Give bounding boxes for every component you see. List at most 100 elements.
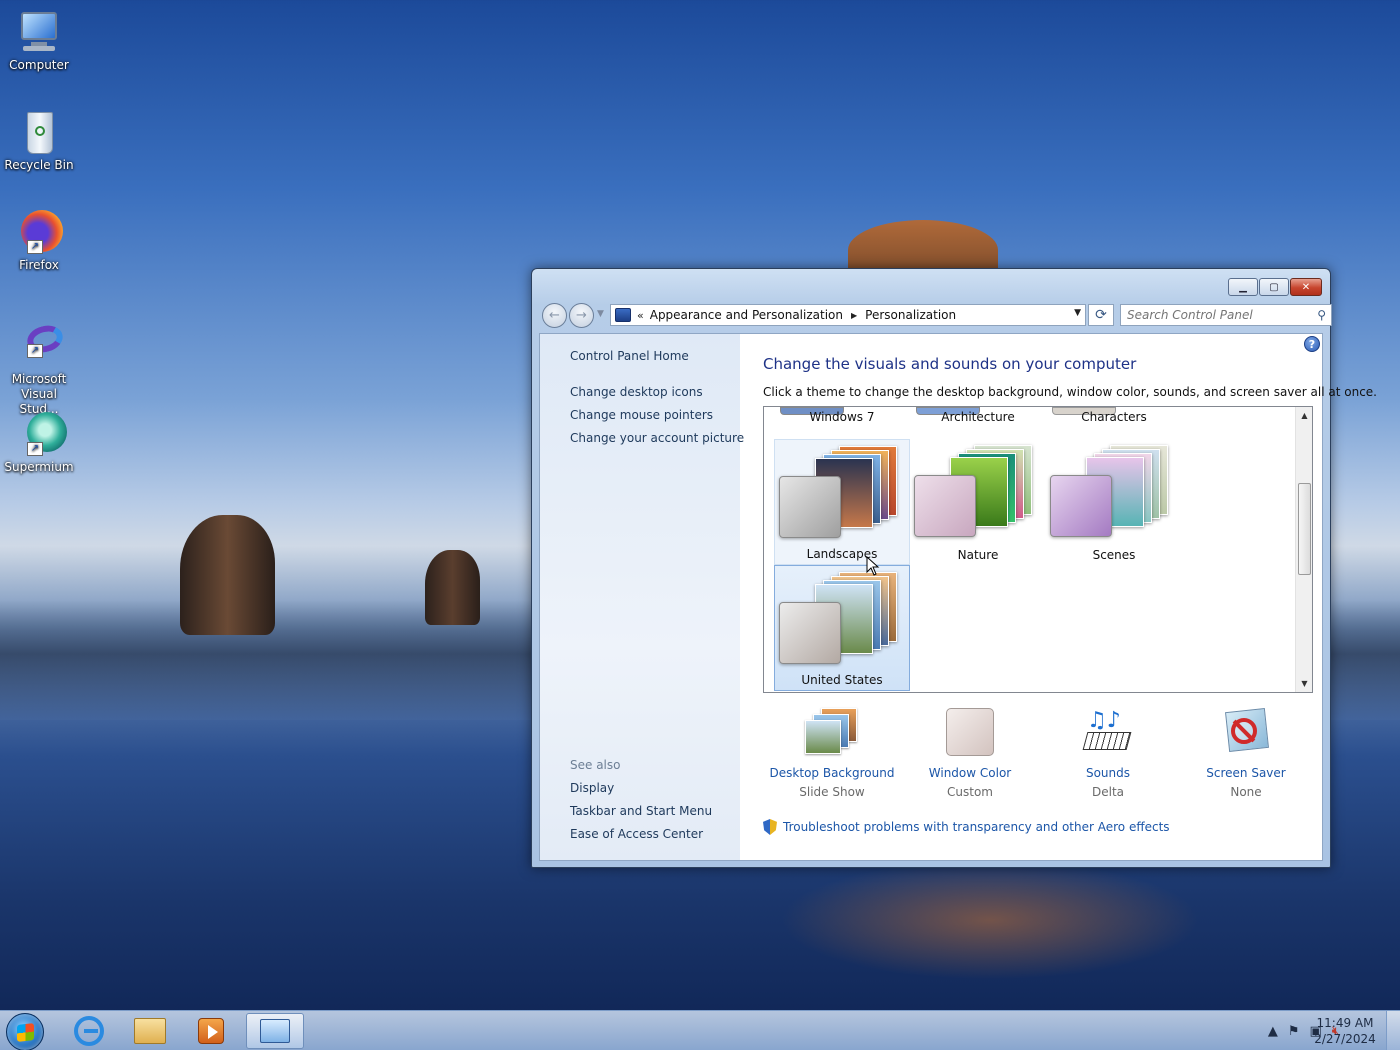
- theme-nature[interactable]: Nature: [910, 439, 1046, 565]
- troubleshoot-link-text[interactable]: Troubleshoot problems with transparency …: [783, 820, 1170, 834]
- theme-label: Windows 7: [809, 410, 875, 424]
- theme-label: Scenes: [1092, 548, 1136, 562]
- theme-characters[interactable]: Characters: [1046, 407, 1182, 427]
- setting-value: Slide Show: [799, 785, 865, 799]
- setting-name: Window Color: [928, 766, 1012, 780]
- address-dropdown[interactable]: ▼: [1074, 308, 1081, 318]
- theme-list: Windows 7 Architecture Characters Landsc…: [763, 406, 1313, 693]
- window-color-setting[interactable]: Window Color Custom: [901, 704, 1039, 799]
- chevron-down-icon: ▼: [1074, 308, 1081, 318]
- show-desktop-button[interactable]: [1386, 1011, 1400, 1050]
- screen-saver-icon: [1217, 708, 1275, 760]
- maximize-button[interactable]: ▢: [1259, 278, 1289, 296]
- maximize-icon: ▢: [1269, 281, 1279, 293]
- theme-color-swatch: [779, 602, 841, 664]
- search-box[interactable]: ⚲: [1120, 304, 1332, 326]
- desktop-icon-recycle-bin[interactable]: Recycle Bin: [0, 108, 78, 173]
- folder-icon: [134, 1018, 166, 1044]
- show-hidden-icons-icon[interactable]: ▲: [1268, 1024, 1278, 1039]
- start-button[interactable]: [6, 1013, 44, 1050]
- search-input[interactable]: [1121, 305, 1301, 325]
- taskbar-internet-explorer[interactable]: [60, 1013, 118, 1049]
- setting-name: Screen Saver: [1206, 766, 1286, 780]
- action-center-flag-icon[interactable]: ⚑: [1288, 1024, 1300, 1039]
- breadcrumb-appearance[interactable]: Appearance and Personalization: [650, 308, 843, 322]
- theme-color-swatch: [1050, 475, 1112, 537]
- left-pane: Control Panel Home Change desktop icons …: [540, 334, 744, 860]
- sounds-setting[interactable]: ♫♪ Sounds Delta: [1039, 704, 1177, 799]
- control-panel-icon: [615, 308, 631, 322]
- theme-settings: Desktop Background Slide Show Window Col…: [763, 704, 1313, 799]
- scroll-down-icon[interactable]: ▼: [1296, 675, 1312, 692]
- change-account-picture-link[interactable]: Change your account picture: [570, 431, 744, 445]
- windows-logo-icon: [17, 1023, 34, 1042]
- clock-date: 2/27/2024: [1314, 1032, 1376, 1046]
- refresh-icon: ⟳: [1095, 307, 1107, 323]
- chevron-down-icon: ▼: [597, 309, 604, 319]
- desktop-icon-visual-studio[interactable]: ↗ Microsoft Visual Stud...: [0, 321, 78, 417]
- theme-architecture[interactable]: Architecture: [910, 407, 1046, 427]
- setting-value: None: [1230, 785, 1262, 799]
- theme-landscapes[interactable]: Landscapes: [774, 439, 910, 565]
- wallpaper-rock: [180, 515, 275, 635]
- close-button[interactable]: ✕: [1290, 278, 1322, 296]
- minimize-icon: ▁: [1239, 281, 1247, 293]
- breadcrumb-separator-icon[interactable]: ▶: [851, 311, 857, 320]
- personalization-window: ▁ ▢ ✕ ← → ▼ « Appearance and Personaliza…: [531, 268, 1377, 868]
- change-desktop-icons-link[interactable]: Change desktop icons: [570, 385, 703, 399]
- theme-windows-7[interactable]: Windows 7: [774, 407, 910, 427]
- forward-button[interactable]: →: [569, 303, 594, 328]
- desktop-icon-supermium[interactable]: ↗ Supermium: [0, 410, 78, 475]
- setting-name: Desktop Background: [769, 766, 895, 780]
- theme-united-states[interactable]: United States: [774, 565, 910, 691]
- minimize-button[interactable]: ▁: [1228, 278, 1258, 296]
- address-bar[interactable]: « Appearance and Personalization ▶ Perso…: [610, 304, 1086, 326]
- recent-pages-dropdown[interactable]: ▼: [597, 309, 604, 319]
- control-panel-home-link[interactable]: Control Panel Home: [570, 349, 689, 363]
- taskbar-start-menu-link[interactable]: Taskbar and Start Menu: [570, 804, 712, 818]
- screen-saver-setting[interactable]: Screen Saver None: [1177, 704, 1315, 799]
- display-link[interactable]: Display: [570, 781, 614, 795]
- breadcrumb-overflow[interactable]: «: [637, 309, 644, 322]
- see-also-heading: See also: [570, 758, 621, 772]
- ease-of-access-link[interactable]: Ease of Access Center: [570, 827, 703, 841]
- theme-list-scrollbar[interactable]: ▲ ▼: [1295, 407, 1312, 692]
- wallpaper-reflection: [780, 860, 1200, 980]
- forward-arrow-icon: →: [576, 308, 587, 323]
- theme-label: United States: [801, 673, 883, 687]
- shield-icon: [763, 819, 777, 835]
- clock[interactable]: 11:49 AM 2/27/2024: [1310, 1015, 1380, 1047]
- theme-label: Architecture: [941, 410, 1015, 424]
- sounds-icon: ♫♪: [1079, 708, 1137, 760]
- firefox-icon: ↗: [15, 208, 63, 256]
- change-mouse-pointers-link[interactable]: Change mouse pointers: [570, 408, 713, 422]
- theme-label: Landscapes: [806, 547, 878, 561]
- refresh-button[interactable]: ⟳: [1088, 304, 1114, 326]
- desktop-icon-firefox[interactable]: ↗ Firefox: [0, 208, 78, 273]
- taskbar-media-player[interactable]: [182, 1013, 240, 1049]
- navigation-bar: ← → ▼ « Appearance and Personalization ▶…: [540, 303, 1332, 328]
- desktop-background-icon: [803, 708, 861, 760]
- search-icon[interactable]: ⚲: [1317, 308, 1326, 322]
- theme-label: Characters: [1081, 410, 1147, 424]
- visual-studio-icon: ↗: [15, 321, 66, 370]
- theme-scenes[interactable]: Scenes: [1046, 439, 1182, 565]
- desktop-icon-computer[interactable]: Computer: [0, 8, 78, 73]
- recycle-bin-icon: [15, 108, 63, 156]
- taskbar-file-explorer[interactable]: [121, 1013, 179, 1049]
- breadcrumb-personalization[interactable]: Personalization: [865, 308, 956, 322]
- taskbar-control-panel[interactable]: [246, 1013, 304, 1049]
- taskbar: ▲ ⚑ ▣ 🔇︎ 11:49 AM 2/27/2024: [0, 1010, 1400, 1050]
- page-title: Change the visuals and sounds on your co…: [763, 355, 1137, 373]
- theme-color-swatch: [914, 475, 976, 537]
- scrollbar-thumb[interactable]: [1298, 483, 1311, 575]
- help-icon[interactable]: ?: [1304, 336, 1320, 352]
- back-button[interactable]: ←: [542, 303, 567, 328]
- desktop-background-setting[interactable]: Desktop Background Slide Show: [763, 704, 901, 799]
- control-panel-icon: [260, 1019, 290, 1043]
- internet-explorer-icon: [74, 1016, 104, 1046]
- media-player-icon: [198, 1018, 224, 1044]
- troubleshoot-link[interactable]: Troubleshoot problems with transparency …: [763, 819, 1170, 835]
- scroll-up-icon[interactable]: ▲: [1296, 407, 1312, 424]
- theme-color-swatch: [779, 476, 841, 538]
